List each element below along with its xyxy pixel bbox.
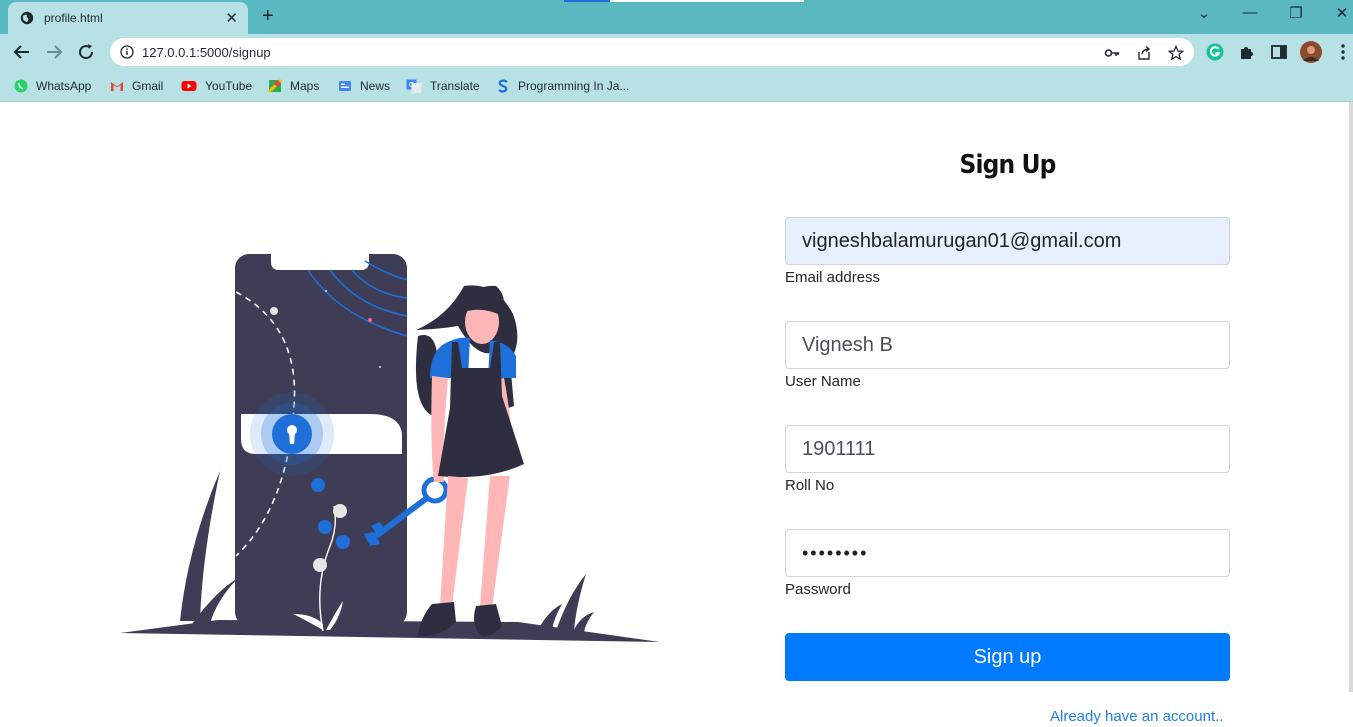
- svg-text:G: G: [409, 82, 414, 89]
- reload-icon[interactable]: [74, 40, 98, 64]
- browser-toolbar: 127.0.0.1:5000/signup: [0, 34, 1353, 70]
- bookmark-label: Programming In Ja...: [518, 79, 630, 93]
- address-bar[interactable]: 127.0.0.1:5000/signup: [110, 38, 1194, 66]
- password-field[interactable]: ••••••••: [785, 529, 1230, 577]
- bookmark-label: WhatsApp: [36, 79, 92, 93]
- more-menu-icon[interactable]: [1334, 43, 1352, 61]
- bookmark-label: Translate: [430, 79, 480, 93]
- email-label: Email address: [785, 269, 881, 286]
- gmail-icon: [111, 82, 123, 91]
- s-icon: [498, 79, 508, 93]
- back-arrow-icon[interactable]: [10, 40, 34, 64]
- site-info-icon[interactable]: [120, 45, 134, 59]
- extensions-puzzle-icon[interactable]: [1238, 43, 1256, 61]
- browser-tab[interactable]: profile.html ✕: [8, 2, 248, 34]
- forward-arrow-icon[interactable]: [42, 40, 66, 64]
- side-panel-icon[interactable]: [1270, 43, 1288, 61]
- username-label: User Name: [785, 373, 861, 390]
- restore-button[interactable]: ❐: [1284, 4, 1308, 22]
- login-link[interactable]: Already have an account..: [1050, 708, 1223, 725]
- url-text: 127.0.0.1:5000/signup: [142, 45, 271, 60]
- signup-button[interactable]: Sign up: [785, 633, 1230, 681]
- close-tab-icon[interactable]: ✕: [225, 9, 238, 27]
- bookmark-translate[interactable]: G Translate: [406, 77, 480, 95]
- whatsapp-icon: [14, 79, 28, 93]
- bookmark-news[interactable]: News: [338, 77, 390, 95]
- bookmark-label: YouTube: [205, 79, 253, 93]
- share-icon[interactable]: [1136, 45, 1152, 61]
- bookmark-youtube[interactable]: YouTube: [181, 77, 252, 95]
- tab-strip: profile.html ✕ + ⌄ — ❐ ✕: [0, 0, 1353, 34]
- bookmark-label: News: [360, 79, 391, 93]
- bookmark-star-icon[interactable]: [1168, 45, 1184, 61]
- bookmarks-bar: WhatsApp Gmail YouTube Maps News G Trans…: [0, 70, 1353, 102]
- rollno-field[interactable]: 1901111: [785, 425, 1230, 473]
- maps-icon: [268, 79, 282, 93]
- profile-avatar[interactable]: [1300, 41, 1322, 63]
- news-icon: [339, 81, 351, 91]
- grammarly-icon[interactable]: [1206, 43, 1224, 61]
- window-close-button[interactable]: ✕: [1330, 4, 1353, 22]
- scrollbar[interactable]: [1349, 102, 1353, 692]
- translate-icon: G: [406, 79, 422, 93]
- username-field[interactable]: Vignesh B: [785, 321, 1230, 369]
- tab-search-icon[interactable]: ⌄: [1192, 4, 1216, 22]
- bookmark-label: Gmail: [132, 79, 164, 93]
- bookmark-gmail[interactable]: Gmail: [110, 77, 163, 95]
- minimize-button[interactable]: —: [1238, 4, 1262, 21]
- tab-title: profile.html: [44, 11, 103, 25]
- bookmark-label: Maps: [290, 79, 320, 93]
- new-tab-button[interactable]: +: [262, 5, 274, 28]
- youtube-icon: [181, 81, 197, 91]
- bookmark-programming[interactable]: Programming In Ja...: [496, 77, 629, 95]
- key-icon[interactable]: [1104, 45, 1120, 61]
- security-illustration: [120, 254, 660, 642]
- password-label: Password: [785, 581, 851, 598]
- rollno-label: Roll No: [785, 477, 835, 494]
- page-title: Sign Up: [959, 150, 1057, 180]
- email-field[interactable]: vigneshbalamurugan01@gmail.com: [785, 217, 1230, 265]
- bookmark-whatsapp[interactable]: WhatsApp: [14, 77, 91, 95]
- bookmark-maps[interactable]: Maps: [268, 77, 319, 95]
- loading-indicator: [564, 0, 804, 2]
- globe-icon: [20, 11, 34, 25]
